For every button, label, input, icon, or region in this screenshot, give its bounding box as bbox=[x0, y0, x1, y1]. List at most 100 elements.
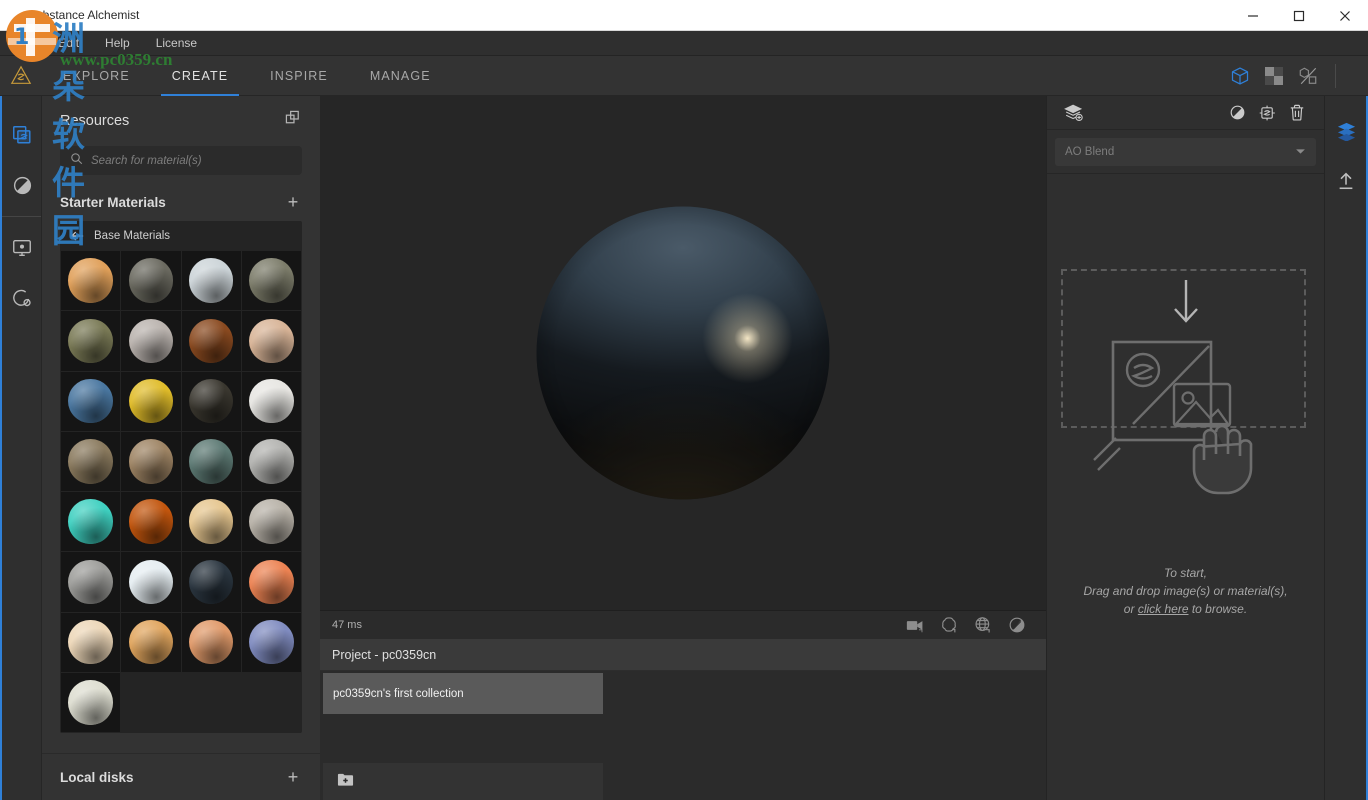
blend-mode-value: AO Blend bbox=[1065, 146, 1114, 158]
chevron-down-icon bbox=[1295, 146, 1306, 158]
material-thumbnail bbox=[249, 560, 293, 604]
lighting-sphere-icon[interactable] bbox=[1000, 616, 1034, 634]
dropzone-text: To start, Drag and drop image(s) or mate… bbox=[1047, 564, 1324, 618]
material-cell[interactable] bbox=[121, 552, 180, 611]
breadcrumb[interactable]: Base Materials bbox=[60, 221, 302, 251]
search-input[interactable] bbox=[91, 155, 292, 167]
environment-shape-icon[interactable] bbox=[932, 616, 966, 634]
close-button[interactable] bbox=[1322, 0, 1368, 31]
project-bar: Project - pc0359cn bbox=[320, 639, 1046, 671]
dropzone-line3: or click here to browse. bbox=[1047, 600, 1324, 618]
dropzone-illustration bbox=[1047, 274, 1324, 564]
material-cell[interactable] bbox=[182, 552, 241, 611]
display-settings-icon[interactable] bbox=[2, 223, 42, 273]
render-settings-icon[interactable] bbox=[2, 273, 42, 323]
menu-item-edit[interactable]: Edit bbox=[45, 31, 92, 56]
search-material-box[interactable] bbox=[60, 146, 302, 175]
toolbar-divider bbox=[1335, 64, 1336, 88]
material-cell[interactable] bbox=[242, 492, 301, 551]
substance-node-icon[interactable] bbox=[1252, 104, 1282, 122]
material-cell[interactable] bbox=[61, 372, 120, 431]
material-cell[interactable] bbox=[182, 492, 241, 551]
cube-3d-icon[interactable] bbox=[1223, 56, 1257, 96]
material-cell[interactable] bbox=[121, 613, 180, 672]
collections-area: pc0359cn's first collection bbox=[320, 671, 1046, 800]
layers-blue-icon[interactable] bbox=[1325, 106, 1367, 156]
material-browser: Base Materials bbox=[60, 221, 302, 733]
add-starter-material-icon[interactable]: + bbox=[284, 193, 302, 211]
tab-create[interactable]: CREATE bbox=[151, 56, 249, 96]
window-title: Substance Alchemist bbox=[28, 8, 139, 22]
material-cell[interactable] bbox=[61, 492, 120, 551]
export-upload-icon[interactable] bbox=[1325, 156, 1367, 206]
material-cell[interactable] bbox=[61, 673, 120, 732]
search-icon bbox=[70, 152, 83, 170]
material-cell[interactable] bbox=[182, 432, 241, 491]
material-thumbnail bbox=[68, 499, 112, 543]
detach-panel-icon[interactable] bbox=[285, 110, 302, 132]
material-cell[interactable] bbox=[121, 432, 180, 491]
blend-mode-row: AO Blend bbox=[1047, 130, 1324, 174]
left-icon-rail bbox=[0, 96, 42, 800]
material-preview-sphere[interactable] bbox=[537, 207, 830, 500]
menu-bar: File Edit Help License bbox=[0, 31, 1368, 56]
layer-dropzone[interactable]: To start, Drag and drop image(s) or mate… bbox=[1047, 174, 1324, 800]
material-cell[interactable] bbox=[121, 492, 180, 551]
material-cell[interactable] bbox=[242, 552, 301, 611]
tab-manage[interactable]: MANAGE bbox=[349, 56, 452, 96]
contrast-circle-icon[interactable] bbox=[2, 160, 42, 210]
menu-item-file[interactable]: File bbox=[0, 31, 45, 56]
material-cell[interactable] bbox=[61, 613, 120, 672]
material-cell[interactable] bbox=[242, 613, 301, 672]
blend-mode-select[interactable]: AO Blend bbox=[1055, 138, 1316, 166]
maximize-button[interactable] bbox=[1276, 0, 1322, 31]
viewport-statusbar: 47 ms bbox=[320, 610, 1046, 639]
material-cell[interactable] bbox=[242, 432, 301, 491]
mask-contrast-icon[interactable] bbox=[1222, 104, 1252, 121]
collection-card[interactable]: pc0359cn's first collection bbox=[323, 673, 603, 714]
split-view-icon[interactable] bbox=[1291, 56, 1325, 96]
add-local-disk-icon[interactable]: + bbox=[284, 768, 302, 786]
menu-item-help[interactable]: Help bbox=[92, 31, 143, 56]
material-cell[interactable] bbox=[182, 251, 241, 310]
tab-explore[interactable]: EXPLORE bbox=[42, 56, 151, 96]
right-icon-rail bbox=[1324, 96, 1368, 800]
arrow-left-icon[interactable] bbox=[70, 230, 84, 242]
material-cell[interactable] bbox=[61, 311, 120, 370]
material-thumbnail bbox=[189, 620, 233, 664]
material-cell[interactable] bbox=[242, 372, 301, 431]
material-thumbnail bbox=[249, 499, 293, 543]
dropzone-line1: To start, bbox=[1047, 564, 1324, 582]
material-thumbnail bbox=[249, 379, 293, 423]
minimize-button[interactable] bbox=[1230, 0, 1276, 31]
checker-2d-icon[interactable] bbox=[1257, 56, 1291, 96]
dropzone-line2: Drag and drop image(s) or material(s), bbox=[1047, 582, 1324, 600]
viewmode-buttons bbox=[1223, 56, 1368, 96]
material-cell[interactable] bbox=[61, 251, 120, 310]
window-controls bbox=[1230, 0, 1368, 31]
3d-viewport[interactable] bbox=[320, 96, 1046, 610]
browse-link[interactable]: click here bbox=[1138, 602, 1189, 616]
material-cell[interactable] bbox=[242, 251, 301, 310]
tab-inspire[interactable]: INSPIRE bbox=[249, 56, 349, 96]
material-cell[interactable] bbox=[182, 372, 241, 431]
material-cell[interactable] bbox=[182, 311, 241, 370]
camera-icon[interactable] bbox=[898, 618, 932, 633]
material-cell[interactable] bbox=[121, 372, 180, 431]
menu-item-license[interactable]: License bbox=[143, 31, 210, 56]
material-thumbnail bbox=[68, 620, 112, 664]
globe-grid-icon[interactable] bbox=[966, 616, 1000, 634]
material-cell[interactable] bbox=[121, 251, 180, 310]
add-folder-icon[interactable] bbox=[337, 772, 354, 792]
delete-trash-icon[interactable] bbox=[1282, 104, 1312, 121]
add-layer-icon[interactable] bbox=[1059, 103, 1089, 122]
material-cell[interactable] bbox=[61, 552, 120, 611]
material-thumbnail bbox=[189, 439, 233, 483]
material-cell[interactable] bbox=[182, 613, 241, 672]
material-thumbnail bbox=[249, 319, 293, 363]
app-window: Substance Alchemist File Edit Help Licen… bbox=[0, 0, 1368, 800]
material-cell[interactable] bbox=[121, 311, 180, 370]
material-cell[interactable] bbox=[242, 311, 301, 370]
material-cell[interactable] bbox=[61, 432, 120, 491]
layers-stack-icon[interactable] bbox=[2, 110, 42, 160]
